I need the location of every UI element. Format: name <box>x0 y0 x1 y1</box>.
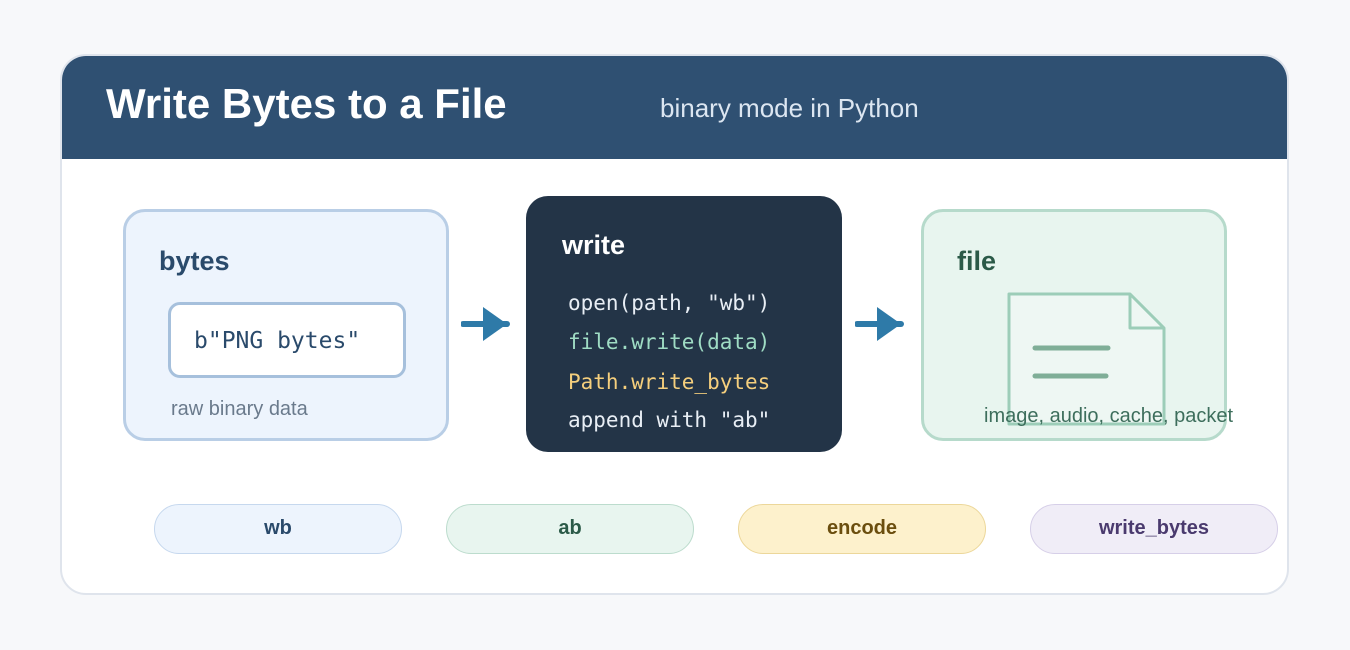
bytes-panel-caption: raw binary data <box>171 398 308 420</box>
tag-ab: ab <box>446 504 694 554</box>
bytes-literal: b"PNG bytes" <box>194 328 361 354</box>
file-panel-caption: image, audio, cache, packet <box>984 405 1234 427</box>
page-title: Write Bytes to a File <box>106 80 507 127</box>
tag-encode: encode <box>738 504 986 554</box>
page-subtitle: binary mode in Python <box>660 93 919 123</box>
code-line-open: open(path, "wb") <box>568 291 771 315</box>
code-line-path-write-bytes: Path.write_bytes <box>568 370 771 394</box>
write-panel: write open(path, "wb") file.write(data) … <box>526 196 842 452</box>
code-line-append: append with "ab" <box>568 408 771 432</box>
arrow-right-icon <box>461 307 510 341</box>
file-panel-title: file <box>957 246 997 276</box>
code-line-file-write: file.write(data) <box>568 330 771 354</box>
bytes-panel-title: bytes <box>159 246 230 276</box>
arrow-right-icon <box>855 307 904 341</box>
bytes-literal-box: b"PNG bytes" <box>168 302 406 378</box>
tag-wb: wb <box>154 504 402 554</box>
write-panel-title: write <box>562 230 626 260</box>
header-bar: Write Bytes to a File binary mode in Pyt… <box>62 56 1287 159</box>
bytes-panel: bytes b"PNG bytes" raw binary data <box>123 209 449 441</box>
tag-write-bytes: write_bytes <box>1030 504 1278 554</box>
